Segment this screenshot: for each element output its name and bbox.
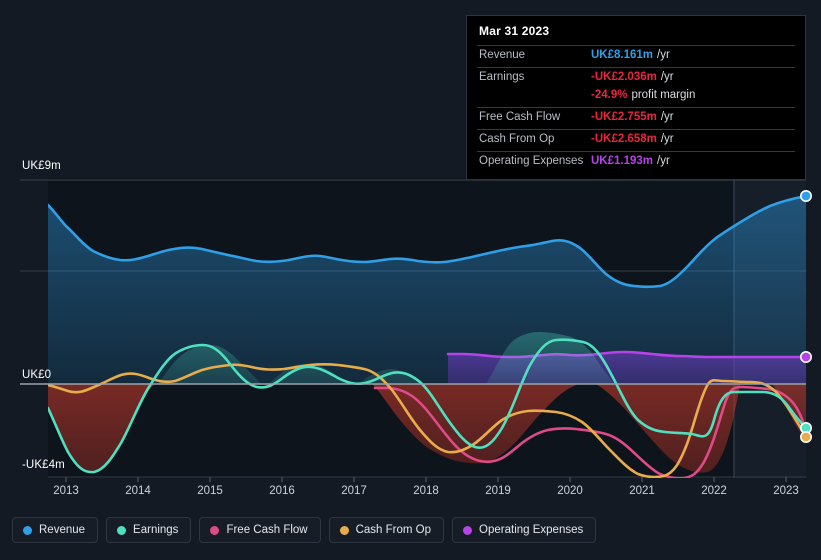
legend-item-label: Cash From Op — [355, 524, 432, 536]
tooltip-date-title: Mar 31 2023 — [479, 24, 550, 38]
tooltip-row: Free Cash Flow -UK£2.755m/yr — [477, 107, 795, 129]
operating-expenses-end-marker — [799, 350, 812, 363]
tooltip-row-value-group: -UK£2.036m/yr — [591, 71, 674, 83]
legend-color-dot-icon — [463, 525, 473, 535]
tooltip-row-value-group: -UK£2.658m/yr — [591, 133, 674, 145]
legend-item-revenue[interactable]: Revenue — [12, 517, 99, 543]
x-axis-tick-2014: 2014 — [125, 485, 151, 497]
legend-item-cash-from-op[interactable]: Cash From Op — [328, 517, 445, 543]
tooltip-row: Earnings -UK£2.036m/yr — [477, 67, 795, 89]
legend-color-dot-icon — [23, 525, 32, 535]
data-tooltip: Mar 31 2023 Revenue UK£8.161m/yr Earnings -… — [466, 15, 806, 180]
tooltip-row-value-group: UK£1.193m/yr — [591, 155, 670, 167]
cash-from-op-end-marker — [799, 430, 812, 443]
financial-chart-widget: UK£9m UK£0 -UK£4m 2013 2014 2015 2016 2017 20… — [0, 0, 821, 560]
tooltip-row-value: -24.9% — [591, 89, 628, 101]
tooltip-row-suffix: /yr — [660, 71, 674, 83]
tooltip-row-value: -UK£2.658m — [591, 133, 657, 145]
tooltip-row-value: -UK£2.755m — [591, 111, 657, 123]
x-axis-tick-2016: 2016 — [269, 485, 295, 497]
tooltip-row-label: Revenue — [479, 49, 526, 61]
tooltip-rows: Revenue UK£8.161m/yr Earnings -UK£2.036m/yr… — [477, 45, 795, 173]
x-axis-tick-2022: 2022 — [701, 485, 727, 497]
legend-item-operating-expenses[interactable]: Operating Expenses — [452, 517, 597, 543]
tooltip-row-value-group: UK£8.161m/yr — [591, 49, 670, 61]
tooltip-row-value: UK£8.161m — [591, 49, 654, 61]
legend-color-dot-icon — [339, 525, 349, 535]
x-axis-tick-2021: 2021 — [629, 485, 655, 497]
tooltip-row-suffix: /yr — [657, 49, 670, 61]
chart-legend: Revenue Earnings Free Cash Flow Cash From O… — [12, 517, 597, 543]
x-axis-tick-2013: 2013 — [53, 485, 79, 497]
x-axis-tick-2020: 2020 — [557, 485, 583, 497]
legend-item-label: Revenue — [39, 524, 86, 536]
tooltip-row: Operating Expenses UK£1.193m/yr — [477, 151, 795, 173]
tooltip-row: -24.9% profit margin — [477, 89, 795, 107]
tooltip-row-suffix: /yr — [660, 133, 674, 145]
revenue-end-marker — [799, 190, 812, 203]
x-axis-tick-2019: 2019 — [485, 485, 511, 497]
legend-color-dot-icon — [117, 525, 127, 535]
tooltip-row-suffix: /yr — [657, 155, 670, 167]
legend-item-label: Free Cash Flow — [226, 524, 308, 536]
x-axis-tick-2017: 2017 — [341, 485, 367, 497]
x-axis-tick-2023: 2023 — [773, 485, 799, 497]
legend-item-earnings[interactable]: Earnings — [106, 517, 192, 543]
tooltip-row-value-group: -UK£2.755m/yr — [591, 111, 674, 123]
tooltip-row-suffix: /yr — [660, 111, 674, 123]
legend-color-dot-icon — [210, 525, 220, 535]
tooltip-row-label: Cash From Op — [479, 133, 555, 145]
tooltip-row-label: Operating Expenses — [479, 155, 584, 167]
legend-item-label: Earnings — [133, 524, 179, 536]
tooltip-row: Revenue UK£8.161m/yr — [477, 45, 795, 67]
tooltip-row-suffix: profit margin — [631, 89, 696, 101]
x-axis-tick-2015: 2015 — [197, 485, 223, 497]
tooltip-row-value-group: -24.9% profit margin — [591, 89, 695, 101]
tooltip-row-value: -UK£2.036m — [591, 71, 657, 83]
tooltip-row: Cash From Op -UK£2.658m/yr — [477, 129, 795, 151]
x-axis-tick-2018: 2018 — [413, 485, 439, 497]
tooltip-row-label: Earnings — [479, 71, 525, 83]
tooltip-row-label: Free Cash Flow — [479, 111, 561, 123]
legend-item-free-cash-flow[interactable]: Free Cash Flow — [199, 517, 321, 543]
legend-item-label: Operating Expenses — [479, 524, 584, 536]
tooltip-row-value: UK£1.193m — [591, 155, 654, 167]
